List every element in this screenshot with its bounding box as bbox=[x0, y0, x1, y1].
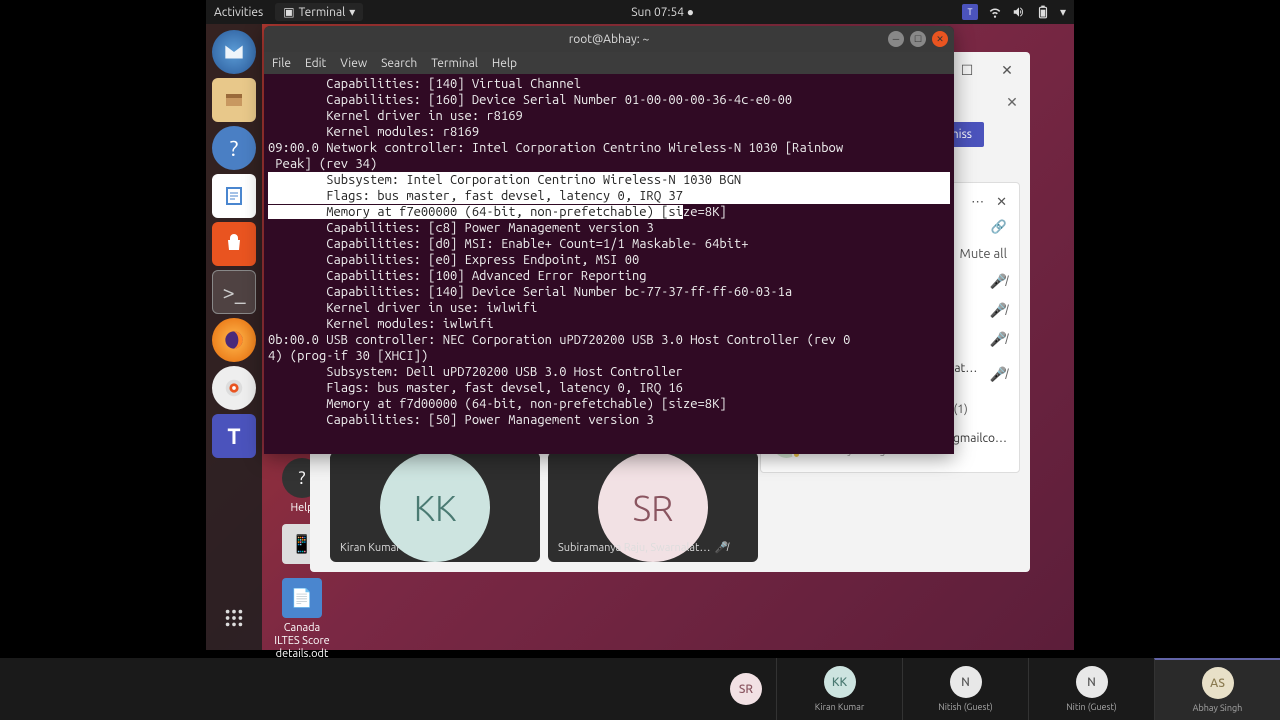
video-tile[interactable]: SR Subiramanya Raju, Swarnalat… 🎤̸ bbox=[548, 452, 758, 562]
window-title: root@Abhay: ~ bbox=[569, 33, 650, 46]
participant-name: Nitin (Guest) bbox=[1066, 702, 1117, 712]
bottom-participants-bar: SR KK Kiran Kumar N Nitish (Guest) N Nitin (G… bbox=[0, 658, 1280, 720]
mic-muted-icon: 🎤̸ bbox=[714, 541, 728, 554]
battery-icon[interactable] bbox=[1036, 5, 1050, 19]
wifi-icon[interactable] bbox=[988, 5, 1002, 19]
teams-icon[interactable]: T bbox=[212, 414, 256, 458]
mic-muted-icon[interactable]: 🎤̸ bbox=[990, 302, 1007, 319]
participant-name: Kiran Kumar bbox=[815, 702, 864, 712]
link-icon[interactable]: 🔗 bbox=[991, 220, 1007, 235]
gnome-topbar: Activities ▣ Terminal ▾ Sun 07:54 ● T ▾ bbox=[206, 0, 1074, 24]
document-icon: 📄 bbox=[282, 578, 322, 618]
help-icon[interactable]: ? bbox=[212, 126, 256, 170]
more-icon[interactable]: ⋯ bbox=[971, 195, 984, 210]
avatar: KK bbox=[824, 666, 856, 698]
avatar: N bbox=[1076, 666, 1108, 698]
minimize-button[interactable]: ─ bbox=[888, 31, 904, 47]
titlebar[interactable]: root@Abhay: ~ ─ ☐ ✕ bbox=[264, 26, 954, 52]
terminal-content[interactable]: Capabilities: [140] Virtual Channel Capa… bbox=[264, 74, 954, 454]
menu-view[interactable]: View bbox=[340, 57, 367, 70]
tile-name-label: Subiramanya Raju, Swarnalat… bbox=[558, 542, 710, 554]
terminal-icon[interactable]: >_ bbox=[212, 270, 256, 314]
show-apps-icon[interactable] bbox=[212, 596, 256, 640]
thunderbird-icon[interactable] bbox=[212, 30, 256, 74]
tab-close-icon[interactable]: ✕ bbox=[1000, 90, 1024, 114]
document-desktop-item[interactable]: 📄 Canada ILTES Score details.odt bbox=[270, 578, 334, 662]
panel-close-icon[interactable]: ✕ bbox=[996, 195, 1007, 210]
terminal-window: root@Abhay: ~ ─ ☐ ✕ File Edit View Searc… bbox=[264, 26, 954, 454]
menu-edit[interactable]: Edit bbox=[305, 57, 326, 70]
maximize-button[interactable]: ☐ bbox=[910, 31, 926, 47]
participant-tile[interactable]: N Nitin (Guest) bbox=[1028, 658, 1154, 720]
menu-help[interactable]: Help bbox=[492, 57, 517, 70]
rhythmbox-icon[interactable] bbox=[212, 366, 256, 410]
firefox-icon[interactable] bbox=[212, 318, 256, 362]
app-indicator-label: Terminal bbox=[299, 6, 346, 19]
mute-all-button[interactable]: Mute all bbox=[960, 247, 1007, 261]
files-icon[interactable] bbox=[212, 78, 256, 122]
activities-button[interactable]: Activities bbox=[214, 6, 263, 19]
terminal-icon: ▣ bbox=[283, 5, 294, 19]
participant-tile[interactable]: KK Kiran Kumar bbox=[776, 658, 902, 720]
dock: ? >_ T bbox=[206, 24, 262, 650]
clock[interactable]: Sun 07:54 ● bbox=[363, 5, 962, 19]
volume-icon[interactable] bbox=[1012, 5, 1026, 19]
menu-file[interactable]: File bbox=[272, 57, 291, 70]
avatar: SR bbox=[730, 673, 762, 705]
mic-muted-icon[interactable]: 🎤̸ bbox=[990, 273, 1007, 290]
participant-tile[interactable]: AS Abhay Singh bbox=[1154, 658, 1280, 720]
tile-name-label: Kiran Kumar bbox=[340, 542, 400, 554]
chevron-down-icon: ▾ bbox=[349, 5, 355, 19]
self-tile[interactable]: SR bbox=[716, 658, 776, 720]
libreoffice-writer-icon[interactable] bbox=[212, 174, 256, 218]
chevron-down-icon[interactable]: ▾ bbox=[1060, 5, 1066, 19]
teams-tray-icon[interactable]: T bbox=[962, 4, 978, 20]
video-tile[interactable]: KK Kiran Kumar bbox=[330, 452, 540, 562]
participant-tile[interactable]: N Nitish (Guest) bbox=[902, 658, 1028, 720]
close-button[interactable]: ✕ bbox=[988, 56, 1026, 84]
menubar: File Edit View Search Terminal Help bbox=[264, 52, 954, 74]
close-button[interactable]: ✕ bbox=[932, 31, 948, 47]
avatar: N bbox=[950, 666, 982, 698]
mic-muted-icon[interactable]: 🎤̸ bbox=[990, 331, 1007, 348]
participant-name: Nitish (Guest) bbox=[938, 702, 992, 712]
participant-name: Abhay Singh bbox=[1193, 703, 1243, 713]
app-indicator[interactable]: ▣ Terminal ▾ bbox=[275, 3, 363, 21]
menu-search[interactable]: Search bbox=[381, 57, 417, 70]
mic-muted-icon[interactable]: 🎤̸ bbox=[990, 366, 1007, 383]
software-icon[interactable] bbox=[212, 222, 256, 266]
menu-terminal[interactable]: Terminal bbox=[431, 57, 478, 70]
desktop-item-label: Canada ILTES Score details.odt bbox=[270, 622, 334, 662]
avatar: AS bbox=[1202, 667, 1234, 699]
